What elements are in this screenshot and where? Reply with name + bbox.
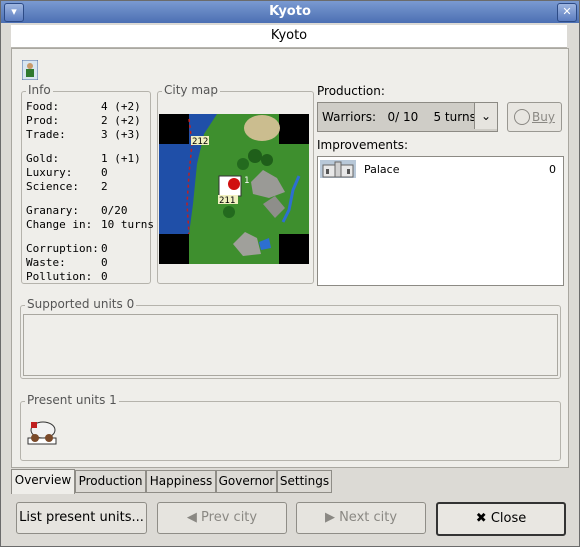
list-item[interactable]: Palace 0 — [320, 160, 560, 180]
production-current: Warriors: 0/ 10 5 turns — [322, 110, 476, 124]
present-units-group: Present units 1 — [20, 393, 561, 461]
tab-overview[interactable]: Overview — [11, 469, 75, 494]
citizen-icon[interactable] — [22, 60, 38, 80]
improvement-name: Palace — [364, 163, 400, 176]
arrow-left-icon: ◀ — [186, 510, 197, 525]
close-icon: ✖ — [475, 511, 487, 526]
tab-happiness[interactable]: Happiness — [146, 470, 216, 493]
supported-units-group: Supported units 0 — [20, 297, 561, 379]
coin-icon — [514, 109, 530, 125]
supported-units-area — [23, 314, 558, 376]
settlers-unit-icon[interactable] — [27, 416, 57, 446]
tab-settings[interactable]: Settings — [277, 470, 332, 493]
center-tile-output: 211 — [219, 196, 235, 206]
production-selector[interactable]: Warriors: 0/ 10 5 turns ⌄ — [317, 102, 498, 132]
tab-governor[interactable]: Governor — [216, 470, 277, 493]
improvements-list[interactable]: Palace 0 — [317, 156, 564, 286]
city-map-title: City map — [162, 83, 220, 97]
info-title: Info — [26, 83, 53, 97]
prev-city-button[interactable]: ◀ Prev city — [157, 502, 287, 534]
city-map[interactable]: 212 1 211 — [159, 114, 309, 264]
info-group: Info Food: 4 (+2) Prod: 2 (+2) Trade: 3 (+3… — [21, 83, 154, 284]
title-bar[interactable]: ▾ Kyoto ✕ — [1, 1, 579, 23]
present-units-title: Present units 1 — [25, 393, 119, 407]
palace-icon — [320, 160, 356, 178]
chevron-down-icon[interactable]: ⌄ — [474, 103, 497, 129]
buy-button[interactable]: Buy — [507, 102, 562, 132]
city-dialog-window: ▾ Kyoto ✕ Kyoto Info Food: 4 (+2) Prod: 2 … — [0, 0, 580, 547]
window-title: Kyoto — [269, 4, 311, 19]
tab-production[interactable]: Production — [75, 470, 146, 493]
next-city-button[interactable]: ▶ Next city — [296, 502, 426, 534]
supported-units-title: Supported units 0 — [25, 297, 137, 311]
list-present-units-button[interactable]: List present units... — [16, 502, 147, 534]
production-label: Production: — [317, 84, 385, 98]
arrow-right-icon: ▶ — [324, 510, 335, 525]
close-button[interactable]: ✖ Close — [436, 502, 566, 536]
improvement-upkeep: 0 — [549, 163, 556, 176]
city-name-header: Kyoto — [11, 25, 567, 48]
close-window-icon[interactable]: ✕ — [557, 3, 577, 22]
improvements-label: Improvements: — [317, 138, 409, 152]
north-tile-output: 212 — [192, 137, 208, 147]
city-size-label: 1 — [244, 176, 249, 186]
